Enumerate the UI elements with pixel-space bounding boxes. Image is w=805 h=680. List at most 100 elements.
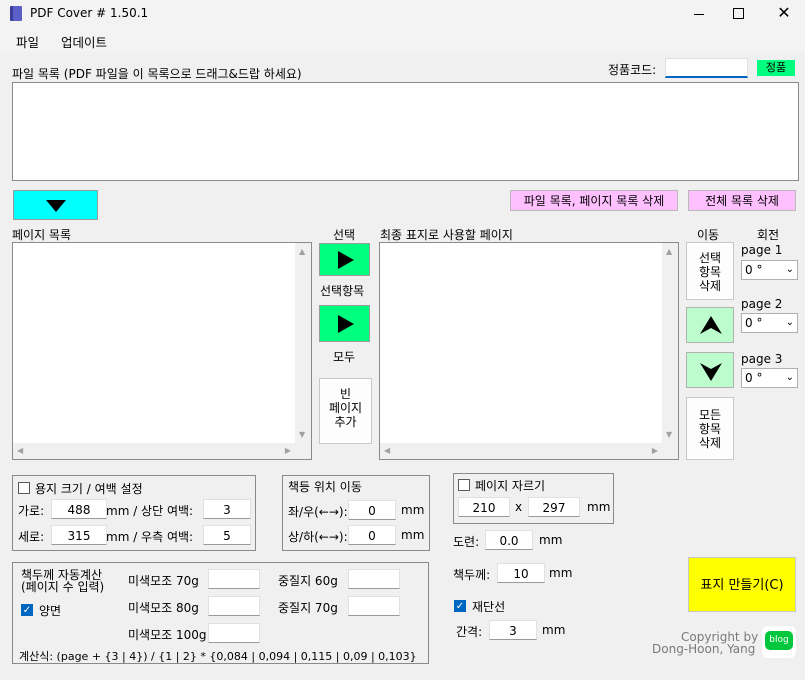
paper-option-1-input[interactable] [208,569,260,589]
paper-option-4-label: 중질지 60g [278,574,338,588]
cutline-gap-label: 간격: [456,625,483,639]
rotate-page2-value: 0 ° [745,316,763,330]
paper-option-1-label: 미색모조 70g [128,574,199,588]
unit-top-margin-label: mm / 상단 여백: [106,504,194,518]
scroll-left-icon[interactable]: ◀ [384,446,390,455]
crop-width-input[interactable]: 210 [458,497,510,517]
license-code-input[interactable] [665,58,748,78]
duplex-checkbox[interactable]: ✓ [21,604,33,616]
page-list[interactable]: ▲ ▼ ◀ ▶ [12,242,312,460]
chevron-down-icon: ⌄ [785,372,794,383]
close-icon[interactable]: ✕ [772,2,796,24]
arrow-right-icon [338,315,354,333]
cutline-label: 재단선 [472,600,506,614]
move-header: 이동 [697,228,720,242]
rotate-page3-label: page 3 [741,352,783,366]
final-pages-list[interactable]: ▲ ▼ ◀ ▶ [379,242,679,460]
rotate-header: 회전 [757,228,780,242]
cutline-checkbox[interactable]: ✓ [454,600,466,612]
formula-text: 계산식: (page + {3 | 4}) / {1 | 2} * {0,084… [19,650,417,663]
page-list-scrollbar-v[interactable]: ▲ ▼ [295,243,311,459]
add-all-button[interactable] [319,305,370,342]
crop-checkbox[interactable] [458,479,470,491]
delete-all-button[interactable]: 전체 목록 삭제 [688,190,796,211]
bleed-input[interactable]: 0.0 [485,530,533,550]
paper-option-3-label: 미색모조 100g [128,628,207,642]
spine-lr-input[interactable]: 0 [348,500,396,520]
delete-selected-button[interactable]: 선택 항목 삭제 [686,242,734,300]
chevron-down-icon [46,200,66,212]
minimize-icon[interactable] [684,6,714,22]
chevron-down-icon: ⌄ [785,264,794,275]
menu-bar: 파일 업데이트 [0,28,805,52]
move-down-button[interactable] [13,190,98,220]
add-blank-page-button[interactable]: 빈 페이지 추가 [319,378,372,444]
make-cover-button[interactable]: 표지 만들기(C) [688,557,796,612]
copyright-line2: Dong-Hoon, Yang [652,642,756,656]
paper-option-5-input[interactable] [348,596,400,616]
file-list-label: 파일 목록 (PDF 파일을 이 목록으로 드래그&드랍 하세요) [12,67,302,81]
add-selected-button[interactable] [319,243,370,276]
window-title: PDF Cover # 1.50.1 [30,6,149,20]
rotate-page1-label: page 1 [741,243,783,257]
menu-file[interactable]: 파일 [16,32,39,51]
scroll-right-icon[interactable]: ▶ [285,446,291,455]
scroll-right-icon[interactable]: ▶ [652,446,658,455]
crop-group: 페이지 자르기 210 x 297 mm [453,473,614,524]
scroll-left-icon[interactable]: ◀ [17,446,23,455]
rotate-page2-select[interactable]: 0 ° ⌄ [741,313,798,333]
paper-settings-checkbox[interactable] [18,482,30,494]
paper-option-3-input[interactable] [208,623,260,643]
spine-ud-unit: mm [401,528,425,542]
cutline-unit: mm [542,623,566,637]
scroll-up-icon[interactable]: ▲ [666,247,672,256]
all-label: 모두 [333,350,356,364]
maximize-icon[interactable] [726,4,750,22]
paper-settings-title: 용지 크기 / 여백 설정 [35,482,143,496]
scroll-down-icon[interactable]: ▼ [666,430,672,439]
cutline-gap-input[interactable]: 3 [489,620,537,640]
chevron-down-icon [700,363,722,381]
move-down-item-button[interactable] [686,352,734,388]
rotate-page1-select[interactable]: 0 ° ⌄ [741,260,798,280]
page-list-scrollbar-h[interactable]: ◀ ▶ [13,443,295,459]
top-margin-input[interactable]: 3 [203,499,251,519]
paper-option-2-input[interactable] [208,596,260,616]
duplex-label: 양면 [39,604,62,618]
final-list-scrollbar-h[interactable]: ◀ ▶ [380,443,662,459]
rotate-page3-select[interactable]: 0 ° ⌄ [741,368,798,388]
app-icon [10,6,22,21]
scroll-down-icon[interactable]: ▼ [299,430,305,439]
scroll-up-icon[interactable]: ▲ [299,247,305,256]
spine-ud-input[interactable]: 0 [348,525,396,545]
paper-settings-group: 용지 크기 / 여백 설정 가로: 488 mm / 상단 여백: 3 세로: … [12,475,256,551]
blog-logo-icon[interactable]: blog [762,626,796,658]
rotate-page1-value: 0 ° [745,263,763,277]
thickness-input[interactable]: 10 [497,563,545,583]
crop-height-input[interactable]: 297 [528,497,580,517]
spine-move-group: 책등 위치 이동 좌/우(←→): 0 mm 상/하(←→): 0 mm [282,475,430,551]
paper-width-input[interactable]: 488 [51,499,107,519]
final-list-scrollbar-v[interactable]: ▲ ▼ [662,243,678,459]
thickness-label: 책두께: [453,568,491,582]
paper-width-label: 가로: [18,504,45,518]
delete-all-items-button[interactable]: 모든 항목 삭제 [686,397,734,460]
paper-height-input[interactable]: 315 [51,525,107,545]
file-list[interactable] [12,82,799,181]
page-list-label: 페이지 목록 [12,228,72,242]
auto-calc-group: 책두께 자동계산 (페이지 수 입력) ✓ 양면 미색모조 70g 미색모조 8… [12,562,429,664]
menu-update[interactable]: 업데이트 [61,32,107,51]
delete-file-page-list-button[interactable]: 파일 목록, 페이지 목록 삭제 [510,190,678,211]
rotate-page2-label: page 2 [741,297,783,311]
right-margin-input[interactable]: 5 [203,525,251,545]
final-pages-label: 최종 표지로 사용할 페이지 [380,228,513,242]
spine-move-title: 책등 위치 이동 [288,480,362,494]
paper-option-4-input[interactable] [348,569,400,589]
blog-logo-bubble: blog [765,631,793,650]
arrow-right-icon [338,251,354,269]
paper-option-5-label: 중질지 70g [278,601,338,615]
move-up-button[interactable] [686,307,734,343]
select-header: 선택 [333,228,356,242]
bleed-label: 도련: [453,535,480,549]
selected-items-label: 선택항목 [320,284,365,298]
